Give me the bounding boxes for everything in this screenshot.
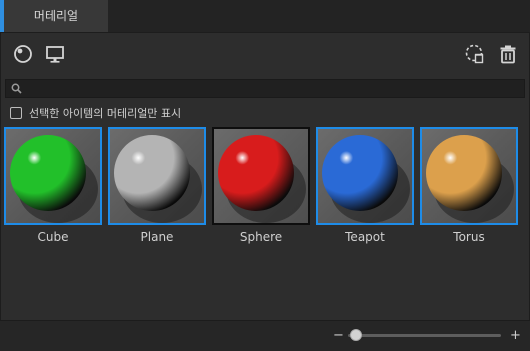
- tab-bar: 머테리얼: [0, 0, 530, 32]
- material-name: Cube: [37, 230, 69, 244]
- material-sphere: [426, 135, 502, 211]
- material-name: Plane: [140, 230, 174, 244]
- cleanup-unused-icon[interactable]: [464, 43, 486, 65]
- zoom-slider-track[interactable]: [348, 334, 501, 337]
- material-name: Sphere: [239, 230, 283, 244]
- filter-checkbox[interactable]: [10, 107, 22, 119]
- search-input[interactable]: [26, 80, 516, 97]
- material-thumbnail[interactable]: [108, 127, 206, 225]
- filter-selected-only[interactable]: 선택한 아이템의 머테리얼만 표시: [10, 104, 181, 122]
- material-sphere: [322, 135, 398, 211]
- search-icon: [11, 83, 22, 94]
- trash-icon[interactable]: [497, 43, 519, 65]
- material-sphere: [218, 135, 294, 211]
- material-item[interactable]: Sphere: [212, 127, 310, 247]
- material-item[interactable]: Torus: [420, 127, 518, 247]
- search-box: [5, 79, 525, 98]
- zoom-in-button[interactable]: +: [510, 329, 521, 343]
- material-thumbnail[interactable]: [4, 127, 102, 225]
- material-thumbnail[interactable]: [316, 127, 414, 225]
- material-name: Torus: [453, 230, 485, 244]
- material-sphere: [114, 135, 190, 211]
- material-item[interactable]: Cube: [4, 127, 102, 247]
- zoom-slider-handle[interactable]: [349, 329, 362, 341]
- filter-label: 선택한 아이템의 머테리얼만 표시: [29, 107, 182, 120]
- material-item[interactable]: Teapot: [316, 127, 414, 247]
- sphere-preview-icon[interactable]: [12, 43, 34, 65]
- zoom-out-button[interactable]: −: [333, 329, 344, 343]
- material-sphere: [10, 135, 86, 211]
- material-thumbnail[interactable]: [212, 127, 310, 225]
- zoom-bar: − +: [0, 320, 530, 351]
- material-thumbnail[interactable]: [420, 127, 518, 225]
- monitor-icon[interactable]: [44, 43, 66, 65]
- material-name: Teapot: [345, 230, 385, 244]
- tab-materials[interactable]: 머테리얼: [0, 0, 108, 32]
- material-item[interactable]: Plane: [108, 127, 206, 247]
- material-grid: Cube Plane Sphere Teapot Torus: [4, 127, 524, 247]
